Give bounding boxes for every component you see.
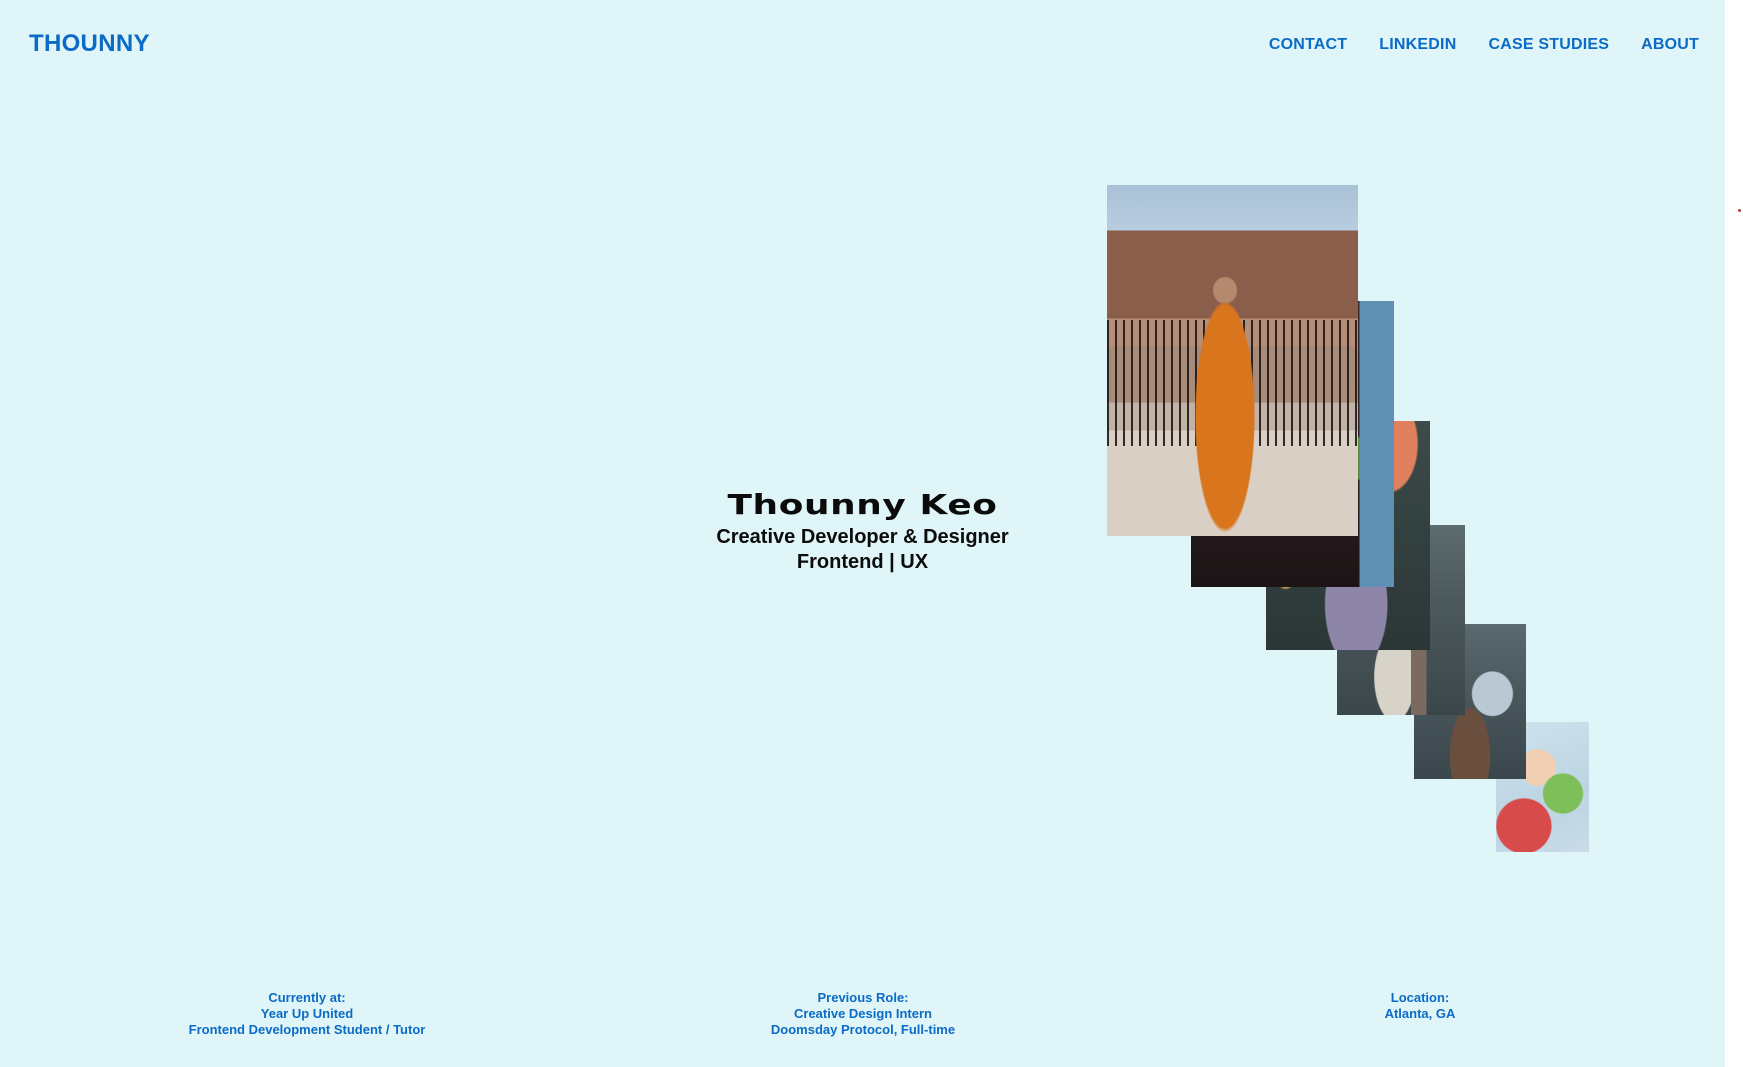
footer-current-heading: Currently at: — [268, 990, 346, 1005]
footer-current-role: Currently at: Year Up United Frontend De… — [147, 990, 467, 1038]
footer-previous-position: Creative Design Intern — [794, 1006, 932, 1021]
scrollbar-gutter[interactable] — [1725, 0, 1743, 1067]
footer-location-heading: Location: — [1390, 990, 1450, 1005]
footer-previous-heading: Previous Role: — [817, 990, 909, 1005]
gallery-photo-monk[interactable] — [1107, 185, 1358, 536]
footer-current-org: Year Up United — [260, 1006, 354, 1021]
nav-contact-link[interactable]: CONTACT — [1269, 36, 1347, 54]
hero-title: Creative Developer & Designer — [716, 526, 1009, 548]
nav-linkedin-link[interactable]: LINKEDIN — [1379, 36, 1456, 54]
hero-specialty: Frontend | UX — [796, 551, 929, 573]
cursor-dot-icon — [1738, 209, 1741, 212]
top-nav: CONTACT LINKEDIN CASE STUDIES ABOUT — [1269, 36, 1699, 54]
footer-current-position: Frontend Development Student / Tutor — [188, 1022, 426, 1037]
footer-location-city: Atlanta, GA — [1384, 1006, 1456, 1021]
footer-previous-role: Previous Role: Creative Design Intern Do… — [703, 990, 1023, 1038]
hero-name: Thounny Keo — [727, 488, 998, 521]
nav-about-link[interactable]: ABOUT — [1641, 36, 1699, 54]
hero-name-wrap: Thounny Keo — [0, 488, 1725, 521]
portfolio-page: THOUNNY CONTACT LINKEDIN CASE STUDIES AB… — [0, 0, 1725, 1067]
footer-location: Location: Atlanta, GA — [1260, 990, 1580, 1022]
brand-logo-link[interactable]: THOUNNY — [29, 30, 150, 58]
nav-case-studies-link[interactable]: CASE STUDIES — [1488, 36, 1609, 54]
footer-previous-org: Doomsday Protocol, Full-time — [770, 1022, 956, 1037]
